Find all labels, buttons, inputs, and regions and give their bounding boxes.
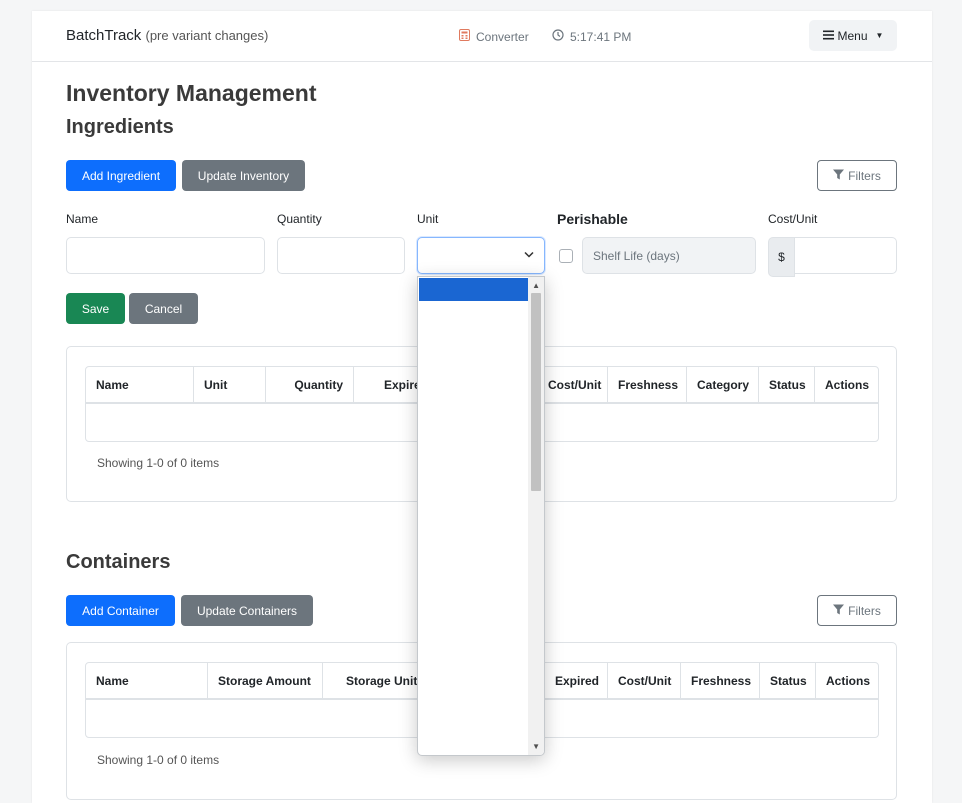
- scroll-down-icon[interactable]: ▼: [532, 742, 540, 751]
- column-header-category[interactable]: Category: [687, 367, 759, 402]
- column-header-name[interactable]: Name: [86, 663, 208, 698]
- chevron-down-icon: [524, 250, 534, 261]
- column-header-expired[interactable]: Expired: [545, 663, 608, 698]
- menu-button[interactable]: Menu ▼: [809, 20, 897, 51]
- column-header-status[interactable]: Status: [759, 367, 815, 402]
- cost-unit-label: Cost/Unit: [768, 212, 818, 226]
- currency-addon: $: [768, 237, 795, 277]
- add-ingredient-button[interactable]: Add Ingredient: [66, 160, 176, 191]
- filters-label: Filters: [848, 168, 881, 183]
- column-header-storage-amount[interactable]: Storage Amount: [208, 663, 323, 698]
- containers-filters-button[interactable]: Filters: [817, 595, 897, 626]
- column-header-name[interactable]: Name: [86, 367, 194, 402]
- dropdown-scrollbar[interactable]: ▲ ▼: [528, 277, 544, 755]
- caret-down-icon: ▼: [875, 31, 884, 40]
- perishable-label: Perishable: [557, 211, 628, 227]
- column-header-unit[interactable]: Unit: [194, 367, 266, 402]
- clock: 5:17:41 PM: [552, 29, 631, 44]
- quantity-label: Quantity: [277, 212, 322, 226]
- column-header-freshness[interactable]: Freshness: [681, 663, 760, 698]
- navbar: BatchTrack (pre variant changes) Convert…: [32, 11, 932, 62]
- column-header-cost-unit[interactable]: Cost/Unit: [608, 663, 681, 698]
- save-button[interactable]: Save: [66, 293, 125, 324]
- cancel-button[interactable]: Cancel: [129, 293, 198, 324]
- quantity-input[interactable]: [277, 237, 405, 274]
- unit-dropdown-list[interactable]: ▲ ▼: [417, 276, 545, 756]
- filter-icon: [833, 169, 845, 183]
- clock-time: 5:17:41 PM: [570, 29, 632, 44]
- brand-subtitle: (pre variant changes): [145, 28, 269, 43]
- scroll-up-icon[interactable]: ▲: [532, 281, 540, 290]
- unit-select[interactable]: [417, 237, 545, 274]
- column-header-actions: Actions: [825, 377, 870, 392]
- calculator-icon: [459, 29, 470, 44]
- ingredients-heading: Ingredients: [66, 116, 174, 138]
- ingredients-showing-count: Showing 1-0 of 0 items: [97, 456, 220, 470]
- add-container-button[interactable]: Add Container: [66, 595, 175, 626]
- name-input[interactable]: [66, 237, 265, 274]
- column-header-status[interactable]: Status: [760, 663, 816, 698]
- shelf-life-input[interactable]: Shelf Life (days): [582, 237, 756, 274]
- menu-label: Menu: [837, 28, 868, 43]
- ingredients-filters-button[interactable]: Filters: [817, 160, 897, 191]
- scrollbar-thumb[interactable]: [531, 293, 541, 491]
- brand-name[interactable]: BatchTrack: [66, 27, 141, 44]
- perishable-checkbox[interactable]: [559, 249, 573, 263]
- column-header-actions: Actions: [826, 673, 871, 688]
- converter-label: Converter: [476, 29, 529, 44]
- update-containers-button[interactable]: Update Containers: [181, 595, 313, 626]
- column-header-quantity[interactable]: Quantity: [266, 367, 354, 402]
- containers-showing-count: Showing 1-0 of 0 items: [97, 753, 220, 767]
- containers-heading: Containers: [66, 551, 171, 573]
- hamburger-icon: [822, 29, 834, 43]
- filters-label: Filters: [848, 603, 881, 618]
- page-title: Inventory Management: [66, 80, 317, 106]
- cost-unit-input[interactable]: [794, 237, 897, 274]
- converter-link[interactable]: Converter: [459, 29, 529, 44]
- name-label: Name: [66, 212, 99, 226]
- column-header-cost-unit[interactable]: Cost/Unit: [538, 367, 608, 402]
- unit-option-selected[interactable]: [419, 278, 529, 301]
- update-inventory-button[interactable]: Update Inventory: [182, 160, 305, 191]
- unit-label: Unit: [417, 212, 439, 226]
- column-header-freshness[interactable]: Freshness: [608, 367, 687, 402]
- brand[interactable]: BatchTrack (pre variant changes): [66, 27, 268, 44]
- filter-icon: [833, 604, 845, 618]
- clock-icon: [552, 29, 564, 44]
